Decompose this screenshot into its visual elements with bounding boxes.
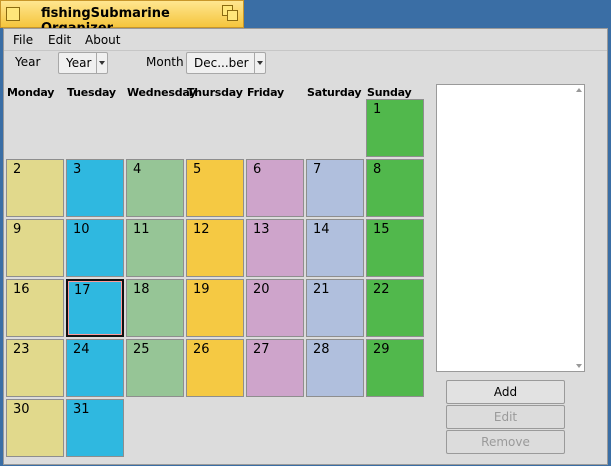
day-number: 9 <box>13 222 22 237</box>
add-button[interactable]: Add <box>446 380 565 404</box>
day-cell-3[interactable]: 3 <box>66 159 124 217</box>
day-number: 21 <box>313 282 330 297</box>
menu-edit[interactable]: Edit <box>48 33 71 47</box>
day-number: 6 <box>253 162 262 177</box>
day-cell-5[interactable]: 5 <box>186 159 244 217</box>
menu-about[interactable]: About <box>85 33 120 47</box>
day-cell-25[interactable]: 25 <box>126 339 184 397</box>
day-cell-7[interactable]: 7 <box>306 159 364 217</box>
day-cell-20[interactable]: 20 <box>246 279 304 337</box>
weekday-friday: Friday <box>247 86 284 99</box>
day-number: 26 <box>193 342 210 357</box>
day-number: 12 <box>193 222 210 237</box>
month-label: Month <box>146 55 184 69</box>
day-cell-17[interactable]: 17 <box>66 279 124 337</box>
weekday-sunday: Sunday <box>367 86 412 99</box>
day-cell-8[interactable]: 8 <box>366 159 424 217</box>
remove-button[interactable]: Remove <box>446 430 565 454</box>
day-number: 3 <box>73 162 82 177</box>
day-cell-6[interactable]: 6 <box>246 159 304 217</box>
day-cell-22[interactable]: 22 <box>366 279 424 337</box>
day-number: 13 <box>253 222 270 237</box>
day-number: 30 <box>13 402 30 417</box>
day-number: 17 <box>74 283 91 298</box>
day-number: 29 <box>373 342 390 357</box>
day-number: 15 <box>373 222 390 237</box>
weekday-saturday: Saturday <box>307 86 362 99</box>
menu-bar: File Edit About <box>4 29 607 51</box>
day-number: 11 <box>133 222 150 237</box>
day-cell-28[interactable]: 28 <box>306 339 364 397</box>
day-cell-27[interactable]: 27 <box>246 339 304 397</box>
day-cell-4[interactable]: 4 <box>126 159 184 217</box>
weekday-tuesday: Tuesday <box>67 86 116 99</box>
day-number: 18 <box>133 282 150 297</box>
year-label: Year <box>15 55 41 69</box>
day-number: 28 <box>313 342 330 357</box>
day-number: 19 <box>193 282 210 297</box>
maximize-icon[interactable] <box>222 5 238 21</box>
day-number: 24 <box>73 342 90 357</box>
day-number: 16 <box>13 282 30 297</box>
day-number: 20 <box>253 282 270 297</box>
day-cell-18[interactable]: 18 <box>126 279 184 337</box>
day-number: 5 <box>193 162 202 177</box>
day-cell-29[interactable]: 29 <box>366 339 424 397</box>
month-select-value: Dec...ber <box>194 56 249 70</box>
day-number: 4 <box>133 162 142 177</box>
day-number: 2 <box>13 162 22 177</box>
weekday-monday: Monday <box>7 86 55 99</box>
day-cell-15[interactable]: 15 <box>366 219 424 277</box>
day-cell-23[interactable]: 23 <box>6 339 64 397</box>
day-number: 22 <box>373 282 390 297</box>
day-cell-30[interactable]: 30 <box>6 399 64 457</box>
day-cell-10[interactable]: 10 <box>66 219 124 277</box>
day-number: 7 <box>313 162 322 177</box>
day-cell-21[interactable]: 21 <box>306 279 364 337</box>
day-cell-16[interactable]: 16 <box>6 279 64 337</box>
scroll-up-icon[interactable] <box>576 88 582 92</box>
app-icon <box>6 7 20 21</box>
day-number: 10 <box>73 222 90 237</box>
day-number: 8 <box>373 162 382 177</box>
day-cell-9[interactable]: 9 <box>6 219 64 277</box>
scroll-down-icon[interactable] <box>576 364 582 368</box>
events-list[interactable] <box>436 84 585 372</box>
day-number: 23 <box>13 342 30 357</box>
day-cell-1[interactable]: 1 <box>366 99 424 157</box>
day-number: 31 <box>73 402 90 417</box>
year-select[interactable]: Year <box>58 52 108 74</box>
day-cell-14[interactable]: 14 <box>306 219 364 277</box>
weekday-wednesday: Wednesday <box>127 86 197 99</box>
chevron-down-icon <box>96 53 107 73</box>
day-number: 14 <box>313 222 330 237</box>
day-cell-11[interactable]: 11 <box>126 219 184 277</box>
year-select-value: Year <box>66 56 92 70</box>
day-cell-12[interactable]: 12 <box>186 219 244 277</box>
title-bar[interactable]: fishingSubmarine Organizer <box>0 0 244 36</box>
edit-button[interactable]: Edit <box>446 405 565 429</box>
day-number: 1 <box>373 102 382 117</box>
day-cell-31[interactable]: 31 <box>66 399 124 457</box>
day-cell-26[interactable]: 26 <box>186 339 244 397</box>
day-cell-19[interactable]: 19 <box>186 279 244 337</box>
day-cell-13[interactable]: 13 <box>246 219 304 277</box>
menu-file[interactable]: File <box>13 33 33 47</box>
chevron-down-icon <box>254 53 265 73</box>
day-number: 25 <box>133 342 150 357</box>
weekday-thursday: Thursday <box>187 86 243 99</box>
day-number: 27 <box>253 342 270 357</box>
day-cell-24[interactable]: 24 <box>66 339 124 397</box>
main-window: File Edit About Year Year Month Dec...be… <box>3 28 608 465</box>
day-cell-2[interactable]: 2 <box>6 159 64 217</box>
month-select[interactable]: Dec...ber <box>186 52 266 74</box>
